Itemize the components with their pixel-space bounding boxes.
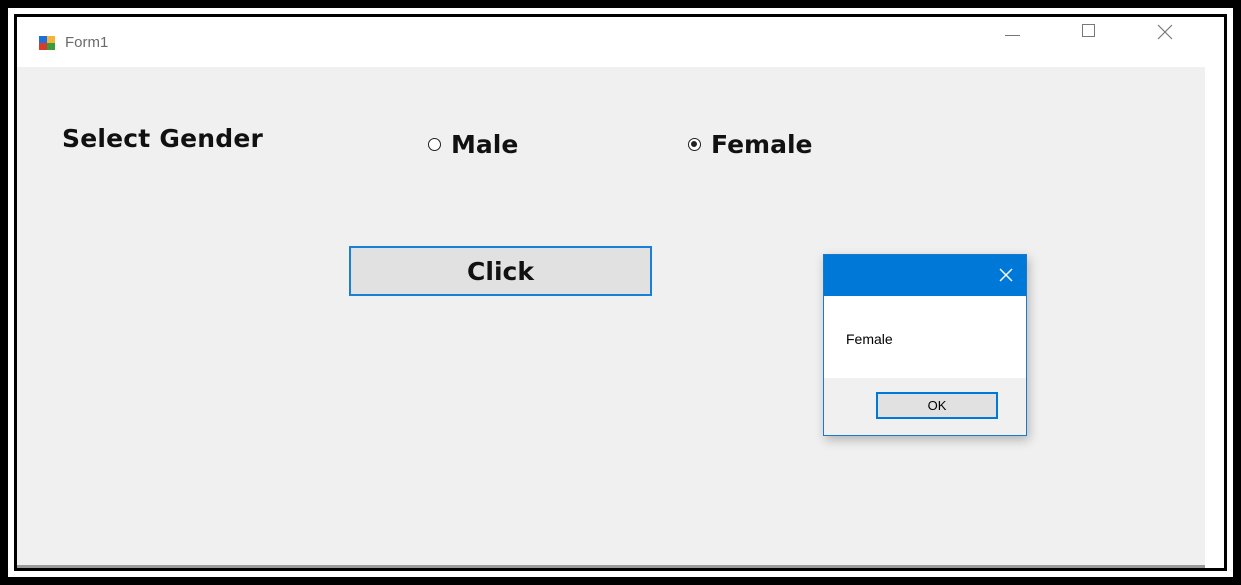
message-box-body: Female — [824, 296, 1026, 378]
window-title: Form1 — [65, 34, 109, 51]
click-button[interactable]: Click — [349, 246, 652, 296]
maximize-icon — [1082, 24, 1095, 37]
radio-male-label[interactable]: Male — [451, 130, 518, 159]
radio-checked-icon[interactable] — [688, 137, 701, 151]
window-right-edge — [1205, 17, 1224, 568]
radio-female[interactable]: Female — [688, 127, 812, 161]
radio-male[interactable]: Male — [428, 127, 518, 161]
minimize-button[interactable] — [993, 22, 1033, 50]
ok-button[interactable]: OK — [876, 392, 998, 419]
select-gender-label: Select Gender — [62, 124, 264, 153]
message-box-title-bar[interactable] — [824, 255, 1026, 296]
app-icon — [39, 36, 55, 50]
close-button[interactable] — [1145, 22, 1185, 50]
close-icon — [1157, 24, 1173, 40]
radio-dot-icon — [691, 140, 697, 147]
message-box-close-icon[interactable] — [998, 267, 1014, 283]
window-bottom-edge — [17, 565, 1205, 568]
minimize-icon — [1005, 35, 1020, 36]
message-box-text: Female — [846, 331, 893, 347]
radio-unchecked-icon[interactable] — [428, 137, 441, 151]
radio-female-label[interactable]: Female — [711, 130, 812, 159]
message-box-dialog: Female OK — [823, 254, 1027, 436]
maximize-button[interactable] — [1070, 22, 1110, 50]
window-left-edge — [17, 67, 30, 568]
